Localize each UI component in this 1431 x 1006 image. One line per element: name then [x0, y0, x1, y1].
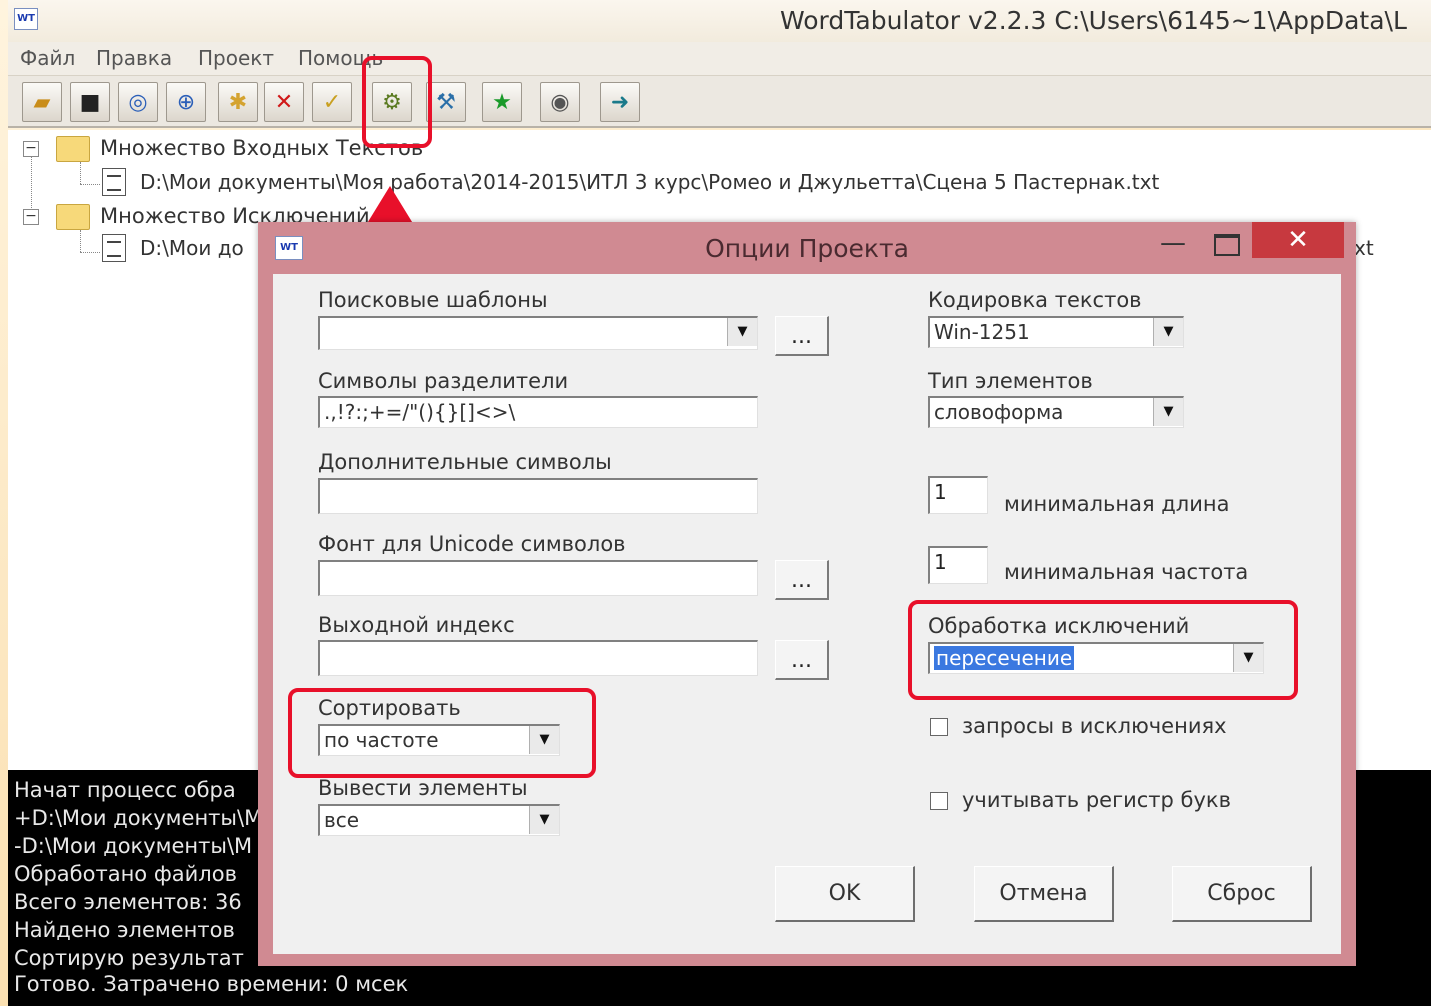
- cancel-button[interactable]: Отмена: [974, 866, 1114, 922]
- log-line: Обработано файлов: [14, 862, 237, 886]
- min-length-label: минимальная длина: [1004, 492, 1230, 516]
- app-titlebar: WT WordTabulator v2.2.3 C:\Users\6145~1\…: [8, 0, 1431, 42]
- new-set-icon[interactable]: ✱: [218, 82, 258, 122]
- output-index-label: Выходной индекс: [318, 613, 515, 637]
- maximize-button[interactable]: [1210, 228, 1240, 258]
- run-icon[interactable]: ★: [482, 82, 522, 122]
- min-length-input[interactable]: 1: [928, 476, 988, 514]
- extra-symbols-label: Дополнительные символы: [318, 450, 612, 474]
- log-line: -D:\Мои документы\М: [14, 834, 253, 858]
- log-line: +D:\Мои документы\М: [14, 806, 263, 830]
- dialog-title: Опции Проекта: [705, 234, 909, 263]
- encoding-label: Кодировка текстов: [928, 288, 1142, 312]
- queries-in-exclusions-label: запросы в исключениях: [962, 714, 1227, 738]
- expander-input-set[interactable]: −: [23, 141, 39, 157]
- search-templates-label: Поисковые шаблоны: [318, 288, 548, 312]
- view-icon[interactable]: ◉: [540, 82, 580, 122]
- chevron-down-icon[interactable]: ▼: [529, 806, 559, 834]
- separators-input[interactable]: .,!?:;+=/"(){}[]<>\: [318, 396, 758, 428]
- find-replace-icon[interactable]: ⊕: [166, 82, 206, 122]
- menu-edit[interactable]: Правка: [96, 46, 172, 70]
- minimize-button[interactable]: —: [1158, 228, 1188, 258]
- file-icon: [102, 234, 126, 262]
- output-elements-label: Вывести элементы: [318, 776, 528, 800]
- log-line: Сортирую результат: [14, 946, 244, 970]
- close-button[interactable]: ✕: [1252, 222, 1344, 258]
- menu-project[interactable]: Проект: [198, 46, 274, 70]
- case-sensitive-checkbox[interactable]: [930, 792, 948, 810]
- chevron-down-icon[interactable]: ▼: [727, 318, 757, 346]
- log-line: Готово. Затрачено времени: 0 мсек: [14, 972, 409, 996]
- app-title: WordTabulator v2.2.3 C:\Users\6145~1\App…: [780, 6, 1407, 35]
- open-folder-icon[interactable]: ▰: [22, 82, 62, 122]
- min-frequency-label: минимальная частота: [1004, 560, 1249, 584]
- ok-button[interactable]: OK: [775, 866, 915, 922]
- unicode-font-input[interactable]: [318, 560, 758, 596]
- tools-icon[interactable]: ⚒: [426, 82, 466, 122]
- save-icon[interactable]: ■: [70, 82, 110, 122]
- tree-item-input-file[interactable]: D:\Мои документы\Моя работа\2014-2015\ИТ…: [140, 170, 1159, 194]
- element-type-combo[interactable]: словоформа ▼: [928, 396, 1184, 428]
- output-elements-combo[interactable]: все ▼: [318, 804, 560, 836]
- project-options-dialog: WT Опции Проекта — ✕ Поисковые шаблоны ▼…: [258, 222, 1356, 966]
- log-line: Всего элементов: 36: [14, 890, 242, 914]
- menu-bar: Файл Правка Проект Помощь: [8, 42, 1431, 76]
- tree-item-exclusion-file-tail: xt: [1354, 236, 1374, 260]
- output-index-input[interactable]: [318, 640, 758, 676]
- min-frequency-input[interactable]: 1: [928, 546, 988, 584]
- reset-button[interactable]: Сброс: [1172, 866, 1312, 922]
- output-index-browse-button[interactable]: ...: [775, 640, 829, 680]
- toolbar: ▰ ■ ◎ ⊕ ✱ ✕ ✓ ⚙ ⚒ ★ ◉ ➜: [8, 76, 1431, 128]
- file-icon: [102, 168, 126, 196]
- encoding-combo[interactable]: Win-1251 ▼: [928, 316, 1184, 348]
- case-sensitive-label: учитывать регистр букв: [962, 788, 1231, 812]
- folder-icon: [56, 204, 90, 230]
- expander-exclusion-set[interactable]: −: [23, 209, 39, 225]
- tree-item-exclusion-file[interactable]: D:\Мои до: [140, 236, 244, 260]
- log-line: Начат процесс обра: [14, 778, 236, 802]
- clear-icon[interactable]: ✓: [312, 82, 352, 122]
- queries-in-exclusions-checkbox[interactable]: [930, 718, 948, 736]
- annotation-highlight-exclusion-processing: [908, 600, 1298, 700]
- search-templates-browse-button[interactable]: ...: [775, 316, 829, 356]
- delete-icon[interactable]: ✕: [264, 82, 304, 122]
- find-icon[interactable]: ◎: [118, 82, 158, 122]
- chevron-down-icon[interactable]: ▼: [1153, 318, 1183, 346]
- search-templates-combo[interactable]: ▼: [318, 316, 758, 350]
- exit-icon[interactable]: ➜: [600, 82, 640, 122]
- element-type-label: Тип элементов: [928, 369, 1093, 393]
- unicode-font-label: Фонт для Unicode символов: [318, 532, 626, 556]
- chevron-down-icon[interactable]: ▼: [1153, 398, 1183, 426]
- app-icon: WT: [14, 8, 38, 30]
- separators-label: Символы разделители: [318, 369, 569, 393]
- annotation-highlight-toolbar: [362, 56, 432, 148]
- unicode-font-browse-button[interactable]: ...: [775, 560, 829, 600]
- extra-symbols-input[interactable]: [318, 478, 758, 514]
- annotation-highlight-sort: [288, 688, 596, 778]
- log-line: Найдено элементов: [14, 918, 235, 942]
- menu-file[interactable]: Файл: [20, 46, 75, 70]
- folder-icon: [56, 136, 90, 162]
